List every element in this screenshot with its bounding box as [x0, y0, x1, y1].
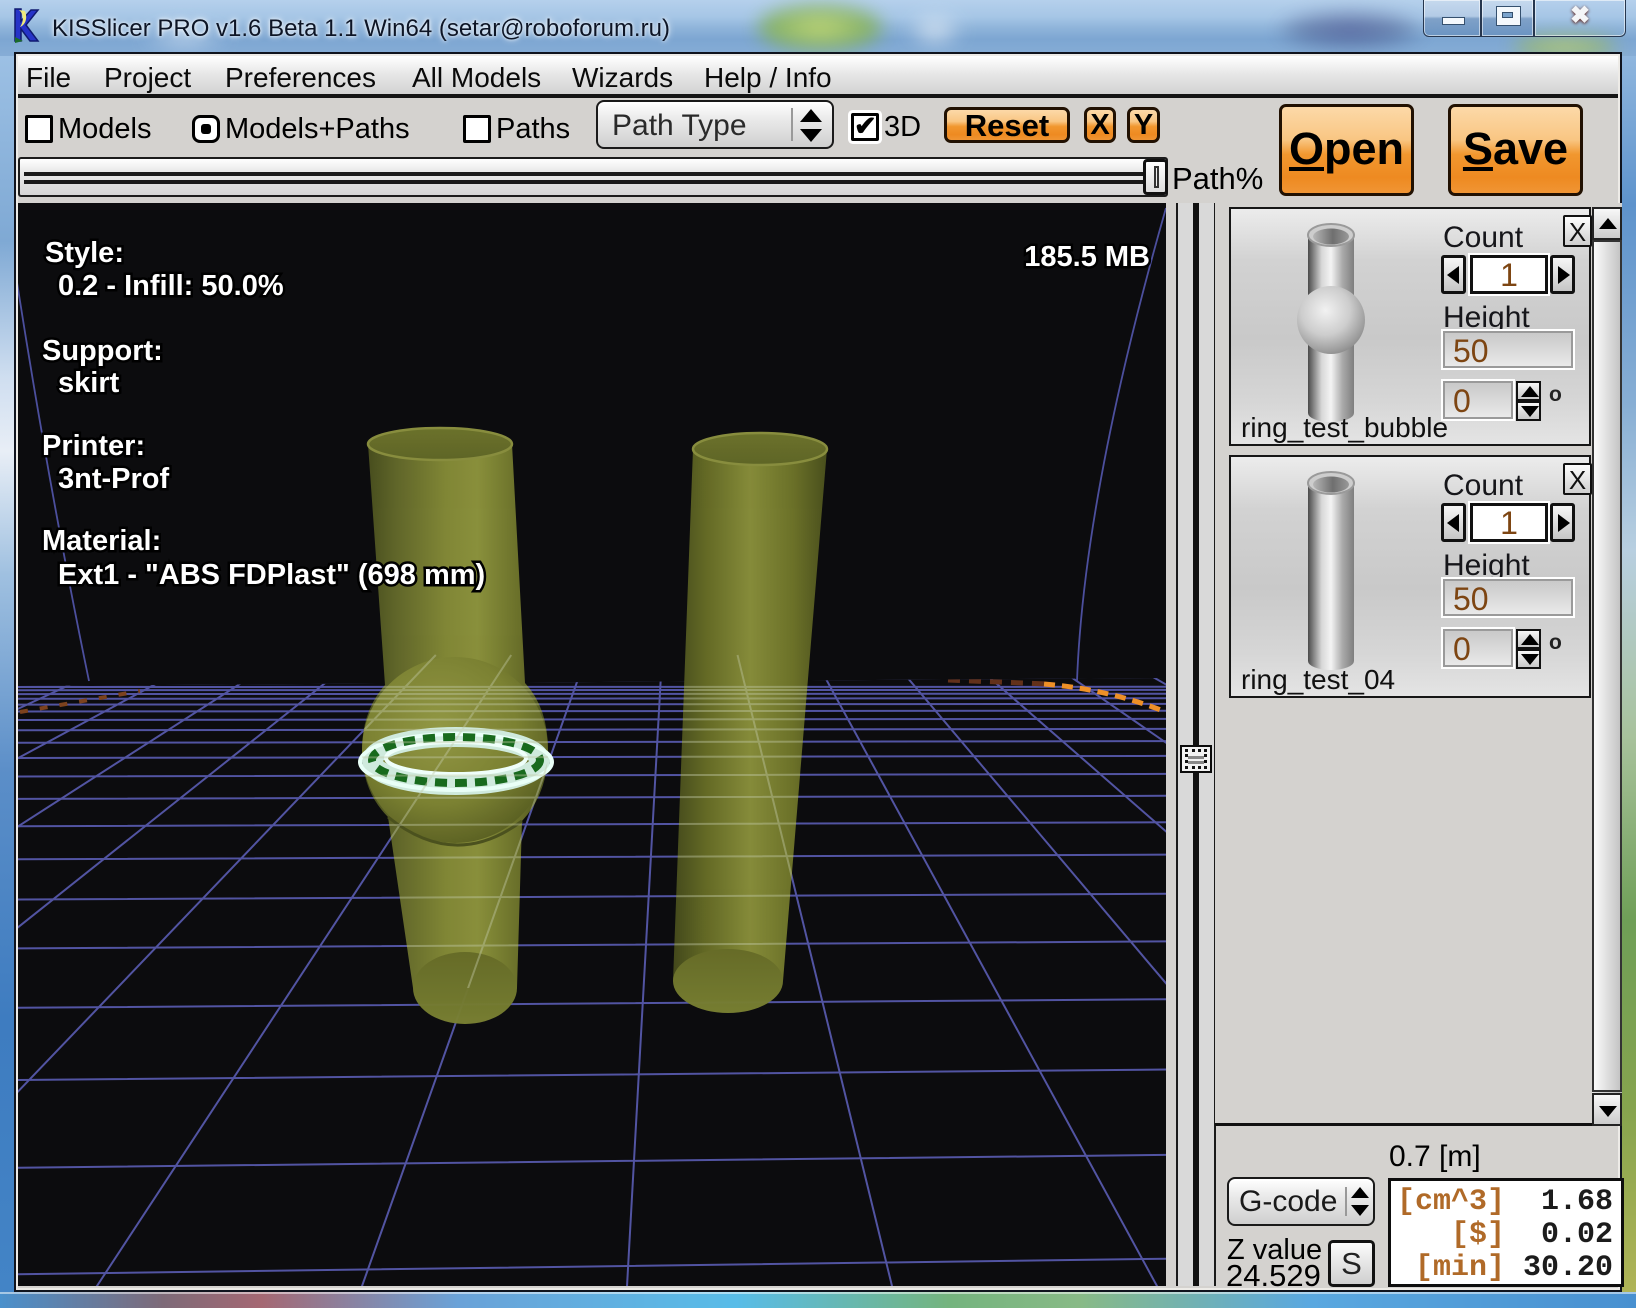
svg-text:0.2 - Infill: 50.0%: 0.2 - Infill: 50.0% — [58, 270, 284, 302]
svg-text:3nt-Prof: 3nt-Prof — [58, 463, 170, 495]
svg-text:skirt: skirt — [58, 367, 120, 399]
svg-text:Support:: Support: — [42, 335, 163, 367]
svg-text:185.5 MB: 185.5 MB — [1024, 241, 1150, 273]
svg-text:Ext1 - "ABS FDPlast" (698 mm): Ext1 - "ABS FDPlast" (698 mm) — [58, 559, 485, 591]
svg-text:Printer:: Printer: — [42, 430, 145, 462]
svg-text:Style:: Style: — [45, 237, 124, 269]
svg-text:Material:: Material: — [42, 525, 161, 557]
